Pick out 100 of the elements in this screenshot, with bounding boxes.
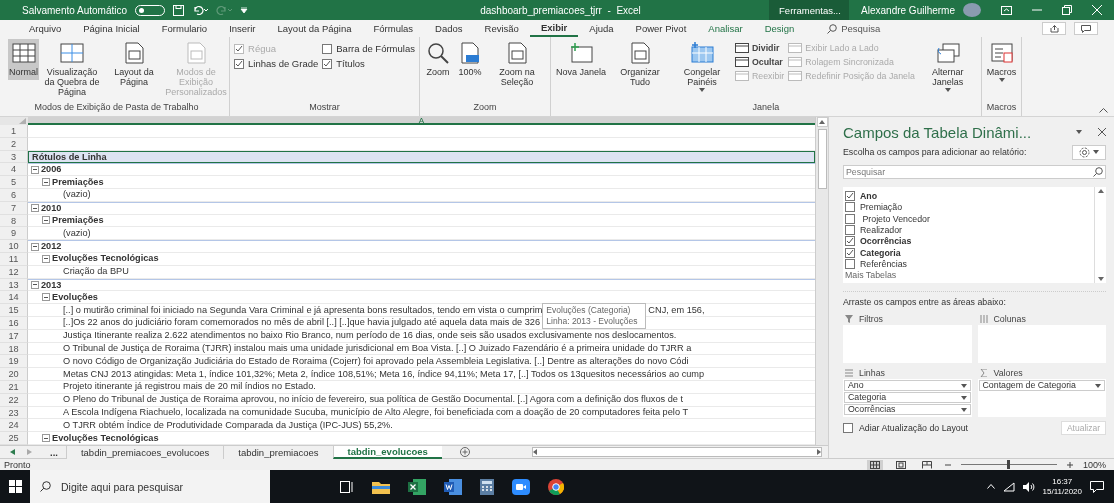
zoom-slider-thumb[interactable] bbox=[1007, 460, 1011, 469]
ribbon-button[interactable]: Macros bbox=[985, 39, 1018, 84]
checkbox[interactable] bbox=[322, 43, 333, 54]
comments-button[interactable] bbox=[1074, 22, 1098, 35]
notification-icon[interactable] bbox=[1090, 480, 1104, 493]
user-name[interactable]: Alexandre Guilherme bbox=[849, 4, 963, 16]
menu-tab[interactable]: Revisão bbox=[473, 20, 530, 37]
menu-tab[interactable]: Página Inicial bbox=[72, 20, 151, 37]
area-field[interactable]: Ano bbox=[844, 380, 971, 391]
zoom-level[interactable]: 100% bbox=[1082, 459, 1106, 470]
ribbon-button[interactable]: Congelar Painéis bbox=[673, 39, 731, 94]
collapse-button[interactable] bbox=[31, 242, 39, 251]
previous-sheet-icon[interactable] bbox=[10, 449, 15, 455]
ribbon-button[interactable]: Organizar Tudo bbox=[611, 39, 669, 90]
ribbon-button[interactable]: Layout da Página bbox=[105, 39, 163, 90]
ribbon-button[interactable]: Visualização da Quebra de Página bbox=[43, 39, 101, 100]
checkbox[interactable] bbox=[845, 202, 855, 213]
checkbox[interactable] bbox=[322, 58, 333, 69]
spreadsheet-app-icon[interactable] bbox=[408, 478, 426, 495]
collapse-button[interactable] bbox=[42, 293, 50, 302]
menu-tab[interactable]: Dados bbox=[424, 20, 474, 37]
browser-icon[interactable] bbox=[548, 478, 564, 495]
menu-tab[interactable]: Power Pivot bbox=[624, 20, 698, 37]
ribbon-button[interactable]: Alternar Janelas bbox=[918, 39, 977, 94]
field-list-scrollbar[interactable] bbox=[1094, 187, 1106, 283]
checkbox[interactable] bbox=[845, 224, 855, 235]
document-app-icon[interactable] bbox=[444, 478, 462, 495]
menu-tab[interactable]: Layout da Página bbox=[266, 20, 363, 37]
calculator-icon[interactable] bbox=[480, 478, 494, 495]
ribbon-display-icon[interactable] bbox=[1001, 5, 1012, 15]
collapse-button[interactable] bbox=[42, 178, 50, 187]
collapse-ribbon-icon[interactable] bbox=[1099, 108, 1108, 113]
drop-area[interactable]: Ano Categoria Ocorrências bbox=[843, 379, 972, 417]
start-icon[interactable] bbox=[8, 480, 22, 493]
collapse-button[interactable] bbox=[42, 216, 50, 225]
wifi-icon[interactable] bbox=[1002, 481, 1015, 492]
ribbon-button[interactable]: Normal bbox=[8, 39, 39, 80]
restore-icon[interactable] bbox=[1062, 5, 1072, 15]
ribbon-button[interactable]: Nova Janela bbox=[554, 39, 607, 80]
vertical-scrollbar[interactable] bbox=[815, 117, 828, 445]
menu-tab[interactable]: Inserir bbox=[218, 20, 267, 37]
checkbox[interactable] bbox=[845, 236, 855, 247]
checkbox[interactable] bbox=[845, 259, 855, 270]
undo-icon[interactable] bbox=[192, 5, 209, 15]
ribbon-small-button[interactable]: Dividir bbox=[735, 43, 785, 53]
scroll-up-icon[interactable] bbox=[819, 120, 825, 124]
collapse-button[interactable] bbox=[31, 204, 39, 213]
menu-tab[interactable]: Ajuda bbox=[578, 20, 625, 37]
scrollbar-thumb[interactable] bbox=[817, 129, 827, 189]
sheet-tab[interactable]: tabdin_evolucoes bbox=[332, 445, 442, 459]
tools-button[interactable] bbox=[1072, 144, 1106, 160]
menu-tab[interactable]: Design bbox=[753, 20, 806, 37]
close-icon[interactable] bbox=[1098, 128, 1106, 136]
area-field[interactable]: Contagem de Categoria bbox=[978, 380, 1105, 391]
menu-tab[interactable]: Arquivo bbox=[18, 20, 73, 37]
checkbox[interactable] bbox=[845, 247, 855, 258]
task-view-icon[interactable] bbox=[340, 480, 354, 493]
collapse-button[interactable] bbox=[42, 434, 50, 442]
area-field[interactable]: Ocorrências bbox=[844, 404, 971, 415]
caret-up-icon[interactable] bbox=[986, 484, 995, 489]
ribbon-button[interactable]: 100% bbox=[455, 39, 484, 80]
checkbox[interactable] bbox=[843, 422, 853, 433]
zoom-in-icon[interactable] bbox=[1066, 461, 1073, 468]
field-search-input[interactable]: Pesquisar bbox=[843, 165, 1106, 179]
scroll-right-icon[interactable] bbox=[817, 449, 821, 455]
checkbox[interactable] bbox=[845, 213, 855, 224]
more-tables-link[interactable]: Mais Tabelas bbox=[845, 269, 1092, 280]
column-header[interactable]: A bbox=[28, 117, 815, 125]
area-field[interactable]: Categoria bbox=[844, 392, 971, 403]
clock-time[interactable]: 16:37 bbox=[1052, 476, 1073, 487]
menu-tab[interactable]: Formulario bbox=[150, 20, 219, 37]
normal-view-button[interactable] bbox=[866, 459, 883, 470]
taskbar-search-field[interactable]: Digite aqui para pesquisar bbox=[30, 470, 270, 503]
menu-tab[interactable]: Analisar bbox=[697, 20, 754, 37]
collapse-button[interactable] bbox=[42, 254, 50, 263]
collapse-button[interactable] bbox=[31, 280, 39, 289]
scroll-up-icon[interactable] bbox=[1097, 189, 1104, 193]
add-sheet-icon[interactable] bbox=[459, 447, 470, 457]
clock-date[interactable]: 15/11/2020 bbox=[1042, 486, 1082, 497]
scroll-left-icon[interactable] bbox=[533, 449, 537, 455]
ribbon-small-button[interactable]: Ocultar bbox=[735, 57, 785, 67]
search-field[interactable]: Pesquisa bbox=[841, 23, 881, 34]
sheet-tab[interactable]: tabdin_premiacoes bbox=[223, 445, 333, 459]
ribbon-button[interactable]: Zoom na Seleção bbox=[487, 39, 546, 90]
sheet-tab[interactable]: tabdin_premiacoes_evolucoes bbox=[65, 445, 224, 459]
folder-icon[interactable] bbox=[372, 479, 390, 494]
save-icon[interactable] bbox=[173, 4, 185, 16]
checkbox[interactable] bbox=[845, 190, 855, 201]
menu-tab[interactable]: Fórmulas bbox=[362, 20, 425, 37]
video-camera-icon[interactable] bbox=[512, 478, 530, 495]
share-button[interactable] bbox=[1042, 22, 1066, 35]
speaker-icon[interactable] bbox=[1022, 481, 1035, 492]
ribbon-button[interactable]: Zoom bbox=[423, 39, 452, 80]
drop-area[interactable]: Contagem de Categoria bbox=[977, 379, 1106, 417]
more-sheets-button[interactable]: ... bbox=[42, 446, 66, 458]
collapse-button[interactable] bbox=[31, 165, 39, 174]
scroll-down-icon[interactable] bbox=[1097, 277, 1104, 281]
horizontal-scrollbar[interactable] bbox=[532, 447, 822, 457]
checkbox[interactable] bbox=[234, 58, 244, 69]
customize-caret-icon[interactable] bbox=[240, 7, 249, 13]
